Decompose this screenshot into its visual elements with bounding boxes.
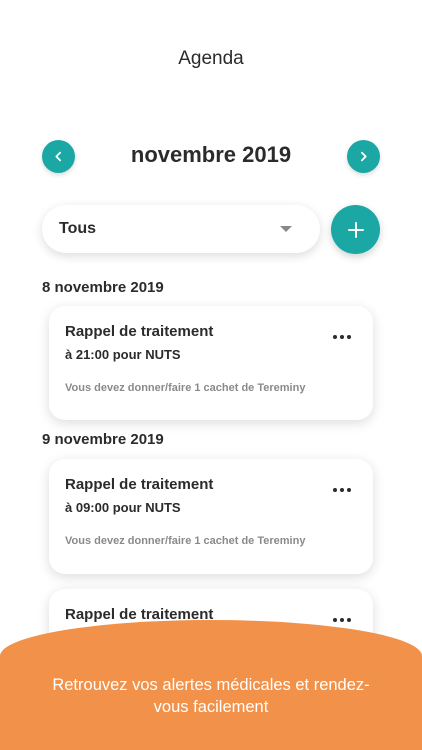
chevron-right-icon xyxy=(360,151,367,162)
more-options-icon[interactable] xyxy=(333,488,351,492)
event-title: Rappel de traitement xyxy=(65,323,214,340)
event-card[interactable]: Rappel de traitement à 21:00 pour NUTS V… xyxy=(49,306,373,420)
next-month-button[interactable] xyxy=(347,140,380,173)
date-heading: 9 novembre 2019 xyxy=(42,431,164,448)
event-description: Vous devez donner/faire 1 cachet de Tere… xyxy=(65,535,306,547)
filter-selected-value: Tous xyxy=(59,220,97,237)
page-title: Agenda xyxy=(178,48,244,69)
add-event-button[interactable] xyxy=(331,205,380,254)
filter-dropdown[interactable]: Tous xyxy=(42,205,320,253)
plus-icon xyxy=(347,221,364,238)
promo-banner-text: Retrouvez vos alertes médicales et rende… xyxy=(52,676,370,716)
event-time: à 09:00 pour NUTS xyxy=(65,500,181,515)
event-title: Rappel de traitement xyxy=(65,476,214,493)
more-options-icon[interactable] xyxy=(333,335,351,339)
caret-down-icon xyxy=(280,226,292,232)
more-options-icon[interactable] xyxy=(333,618,351,622)
date-heading: 8 novembre 2019 xyxy=(42,279,164,296)
event-card[interactable]: Rappel de traitement à 09:00 pour NUTS V… xyxy=(49,459,373,574)
event-description: Vous devez donner/faire 1 cachet de Tere… xyxy=(65,382,306,394)
event-time: à 21:00 pour NUTS xyxy=(65,347,181,362)
